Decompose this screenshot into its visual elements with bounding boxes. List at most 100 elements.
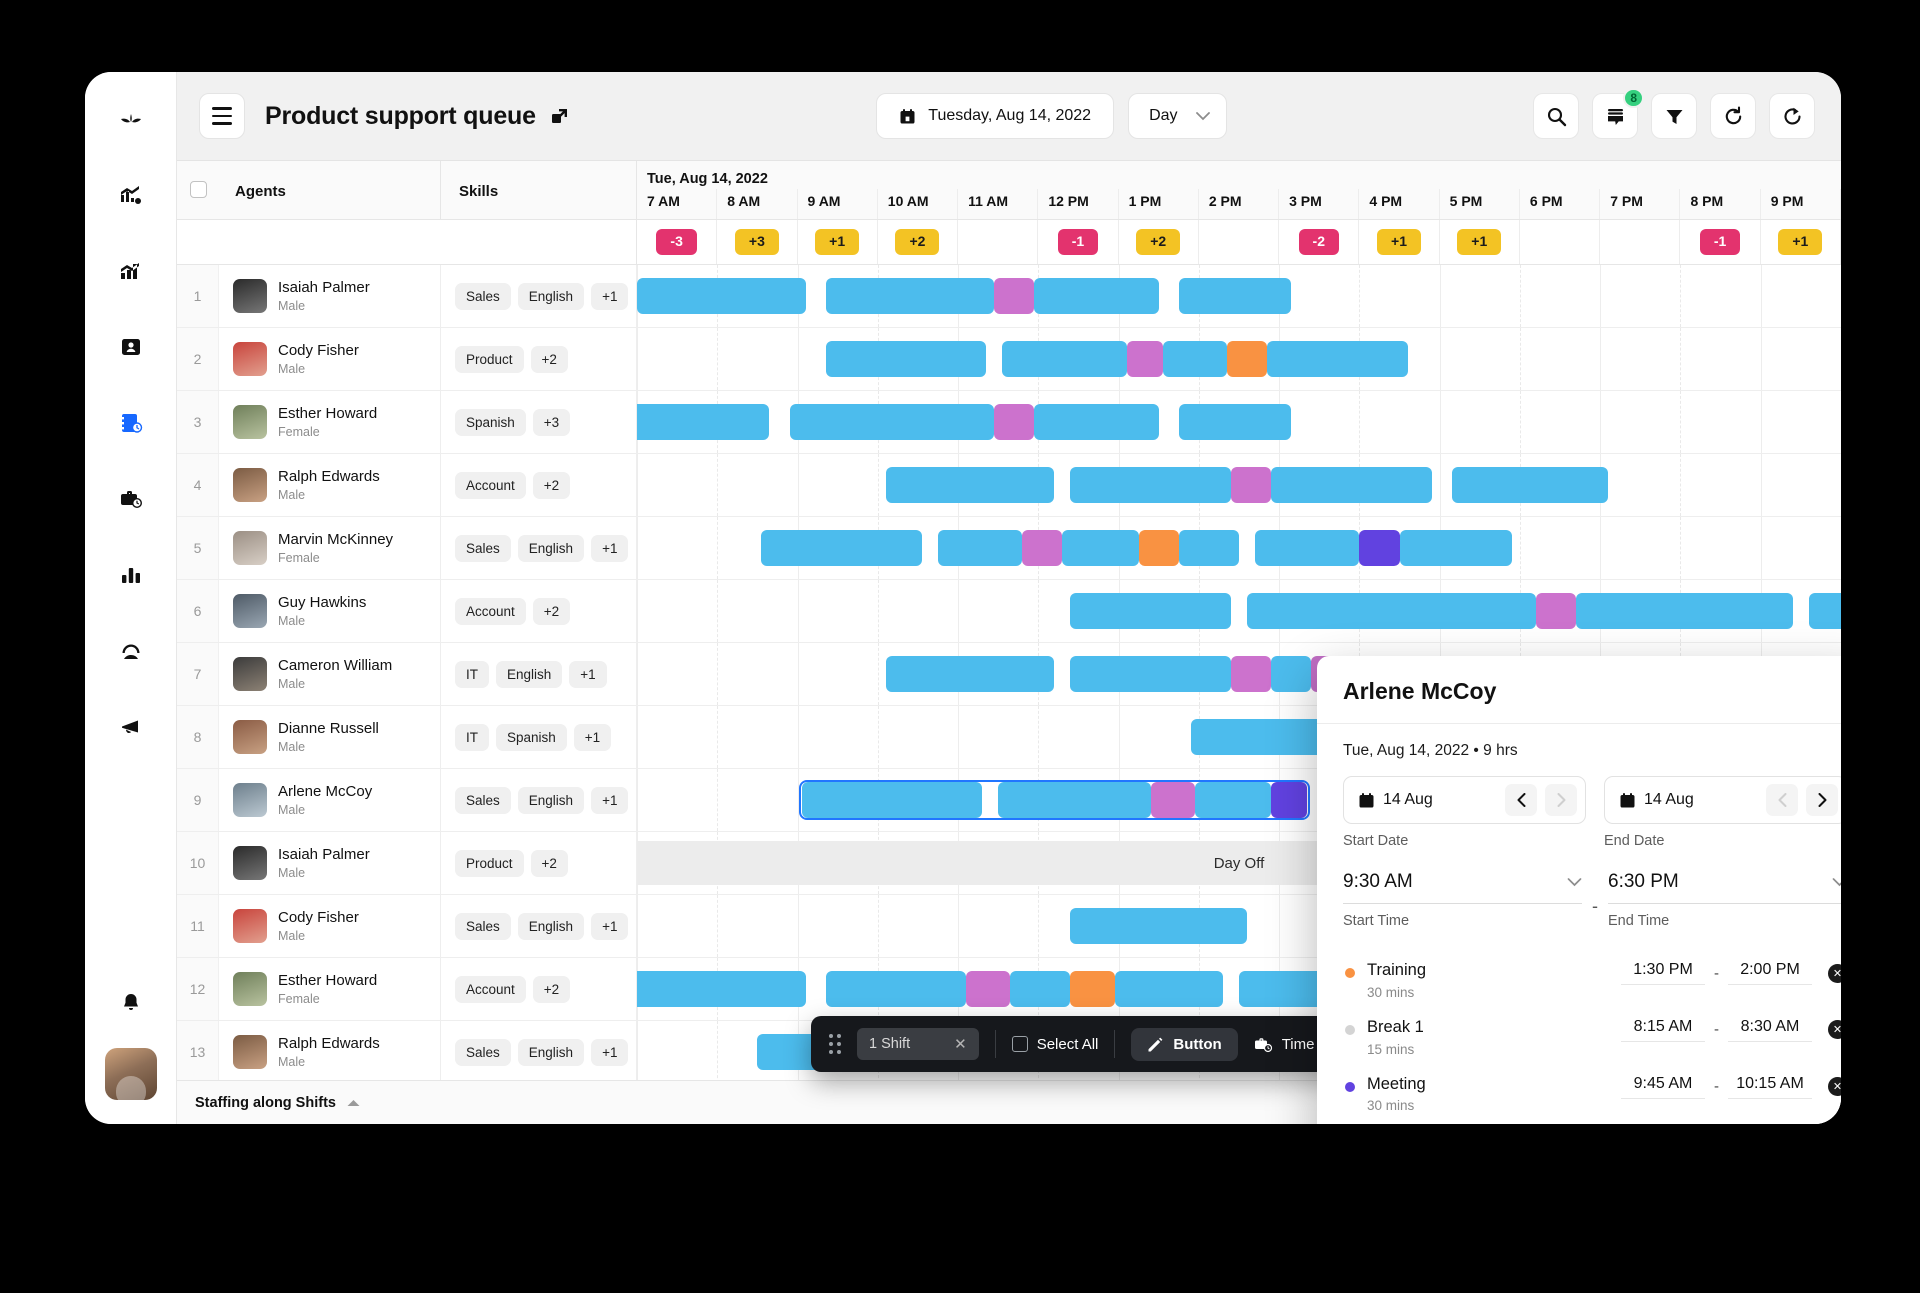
skill-chip[interactable]: +2 bbox=[532, 975, 571, 1003]
shift-segment[interactable] bbox=[966, 971, 1011, 1007]
shift-segment[interactable] bbox=[1535, 593, 1577, 629]
sidebar-item-reports[interactable] bbox=[108, 552, 154, 598]
skill-chip[interactable]: Sales bbox=[455, 912, 511, 940]
skill-chip[interactable]: Product bbox=[455, 849, 524, 877]
staffing-badge[interactable]: +2 bbox=[1136, 229, 1181, 255]
messages-button[interactable]: 8 bbox=[1592, 88, 1644, 139]
sidebar-item-agents[interactable] bbox=[108, 628, 154, 674]
table-row[interactable]: 4 Ralph Edwards Male Account +2 bbox=[177, 454, 1841, 517]
shift-segment[interactable] bbox=[1070, 908, 1248, 944]
share-button[interactable] bbox=[1769, 93, 1815, 139]
timeline-cell[interactable] bbox=[637, 517, 1841, 579]
shift-segment[interactable] bbox=[1230, 467, 1272, 503]
skill-chip[interactable]: +1 bbox=[591, 786, 629, 814]
shift-segment[interactable] bbox=[938, 530, 1023, 566]
shift-segment[interactable] bbox=[825, 341, 987, 377]
shift-segment[interactable] bbox=[994, 404, 1035, 440]
chevron-up-icon[interactable] bbox=[346, 1098, 361, 1108]
agent-cell[interactable]: Cody Fisher Male bbox=[219, 895, 441, 957]
end-date-box[interactable]: 14 Aug bbox=[1604, 776, 1841, 824]
timeline-cell[interactable] bbox=[637, 454, 1841, 516]
shift-segment[interactable] bbox=[1070, 971, 1115, 1007]
shift-segment[interactable] bbox=[1010, 971, 1071, 1007]
end-date-prev-button[interactable] bbox=[1766, 784, 1798, 816]
table-row[interactable]: 6 Guy Hawkins Male Account +2 bbox=[177, 580, 1841, 643]
skill-chip[interactable]: English bbox=[496, 660, 563, 688]
activity-start-time[interactable]: 8:15 AM bbox=[1621, 1018, 1705, 1042]
filter-button[interactable] bbox=[1651, 93, 1697, 139]
shift-segment[interactable] bbox=[1178, 530, 1239, 566]
skill-chip[interactable]: IT bbox=[455, 660, 489, 688]
staffing-badge[interactable]: +2 bbox=[895, 229, 940, 255]
shift-segment[interactable] bbox=[1255, 530, 1360, 566]
timeline-cell[interactable] bbox=[637, 391, 1841, 453]
end-time-input[interactable]: 6:30 PM bbox=[1608, 871, 1841, 904]
skill-chip[interactable]: Account bbox=[455, 975, 526, 1003]
skill-chip[interactable]: Sales bbox=[455, 534, 511, 562]
agent-cell[interactable]: Ralph Edwards Male bbox=[219, 454, 441, 516]
refresh-button[interactable] bbox=[1710, 93, 1756, 139]
skill-chip[interactable]: +2 bbox=[532, 471, 571, 499]
shift-segment[interactable] bbox=[1062, 530, 1139, 566]
agent-cell[interactable]: Esther Howard Female bbox=[219, 391, 441, 453]
skill-chip[interactable]: +1 bbox=[591, 1038, 629, 1066]
skill-chip[interactable]: Account bbox=[455, 597, 526, 625]
shift-segment[interactable] bbox=[825, 971, 967, 1007]
shift-filter-tag[interactable]: 1 Shift ✕ bbox=[857, 1028, 979, 1060]
staffing-badge[interactable]: +1 bbox=[1778, 229, 1823, 255]
shift-segment[interactable] bbox=[1178, 404, 1292, 440]
activity-end-time[interactable]: 2:00 PM bbox=[1728, 961, 1812, 985]
skill-chip[interactable]: +1 bbox=[591, 912, 629, 940]
shift-segment[interactable] bbox=[1070, 467, 1231, 503]
remove-activity-icon[interactable]: ✕ bbox=[1828, 1077, 1841, 1097]
agent-cell[interactable]: Cameron William Male bbox=[219, 643, 441, 705]
start-date-prev-button[interactable] bbox=[1505, 784, 1537, 816]
shift-segment[interactable] bbox=[789, 404, 995, 440]
agent-cell[interactable]: Arlene McCoy Male bbox=[219, 769, 441, 831]
shift-segment[interactable] bbox=[994, 278, 1035, 314]
agent-cell[interactable]: Esther Howard Female bbox=[219, 958, 441, 1020]
shift-segment[interactable] bbox=[825, 278, 995, 314]
skill-chip[interactable]: Sales bbox=[455, 786, 511, 814]
shift-segment[interactable] bbox=[1451, 467, 1609, 503]
timeline-cell[interactable] bbox=[637, 265, 1841, 327]
sidebar-item-timesheet[interactable] bbox=[108, 476, 154, 522]
activity-end-time[interactable]: 8:30 AM bbox=[1728, 1018, 1812, 1042]
start-time-input[interactable]: 9:30 AM bbox=[1343, 871, 1582, 904]
skill-chip[interactable]: English bbox=[517, 534, 585, 562]
shift-segment[interactable] bbox=[1126, 341, 1163, 377]
shift-segment[interactable] bbox=[637, 278, 806, 314]
agent-cell[interactable]: Marvin McKinney Female bbox=[219, 517, 441, 579]
notifications-bell-icon[interactable] bbox=[108, 980, 154, 1026]
activity-end-time[interactable]: 10:15 AM bbox=[1728, 1075, 1812, 1099]
staffing-badge[interactable]: -2 bbox=[1298, 229, 1339, 255]
skill-chip[interactable]: +2 bbox=[530, 849, 568, 877]
skill-chip[interactable]: English bbox=[517, 912, 585, 940]
activity-start-time[interactable]: 1:30 PM bbox=[1621, 961, 1705, 985]
shift-segment[interactable] bbox=[1002, 341, 1127, 377]
agent-cell[interactable]: Dianne Russell Male bbox=[219, 706, 441, 768]
table-row[interactable]: 2 Cody Fisher Male Product +2 bbox=[177, 328, 1841, 391]
sidebar-item-logo[interactable] bbox=[108, 96, 154, 142]
shift-segment[interactable] bbox=[1359, 530, 1400, 566]
shift-segment[interactable] bbox=[1271, 467, 1432, 503]
shift-segment[interactable] bbox=[1114, 971, 1223, 1007]
staffing-badge[interactable]: -3 bbox=[656, 229, 697, 255]
agent-cell[interactable]: Isaiah Palmer Male bbox=[219, 265, 441, 327]
table-row[interactable]: 3 Esther Howard Female Spanish +3 bbox=[177, 391, 1841, 454]
shift-segment[interactable] bbox=[1399, 530, 1512, 566]
timeline-cell[interactable] bbox=[637, 580, 1841, 642]
shift-segment[interactable] bbox=[1267, 341, 1408, 377]
sidebar-item-announcements[interactable] bbox=[108, 704, 154, 750]
shift-segment[interactable] bbox=[761, 530, 922, 566]
start-date-box[interactable]: 14 Aug bbox=[1343, 776, 1586, 824]
agent-cell[interactable]: Cody Fisher Male bbox=[219, 328, 441, 390]
sidebar-item-analytics[interactable] bbox=[108, 248, 154, 294]
skill-chip[interactable]: +2 bbox=[530, 345, 568, 373]
shift-segment[interactable] bbox=[1034, 278, 1159, 314]
start-date-next-button[interactable] bbox=[1545, 784, 1577, 816]
agent-cell[interactable]: Isaiah Palmer Male bbox=[219, 832, 441, 894]
staffing-badge[interactable]: +3 bbox=[734, 229, 779, 255]
skill-chip[interactable]: English bbox=[517, 1038, 585, 1066]
drag-handle-icon[interactable] bbox=[829, 1034, 841, 1054]
